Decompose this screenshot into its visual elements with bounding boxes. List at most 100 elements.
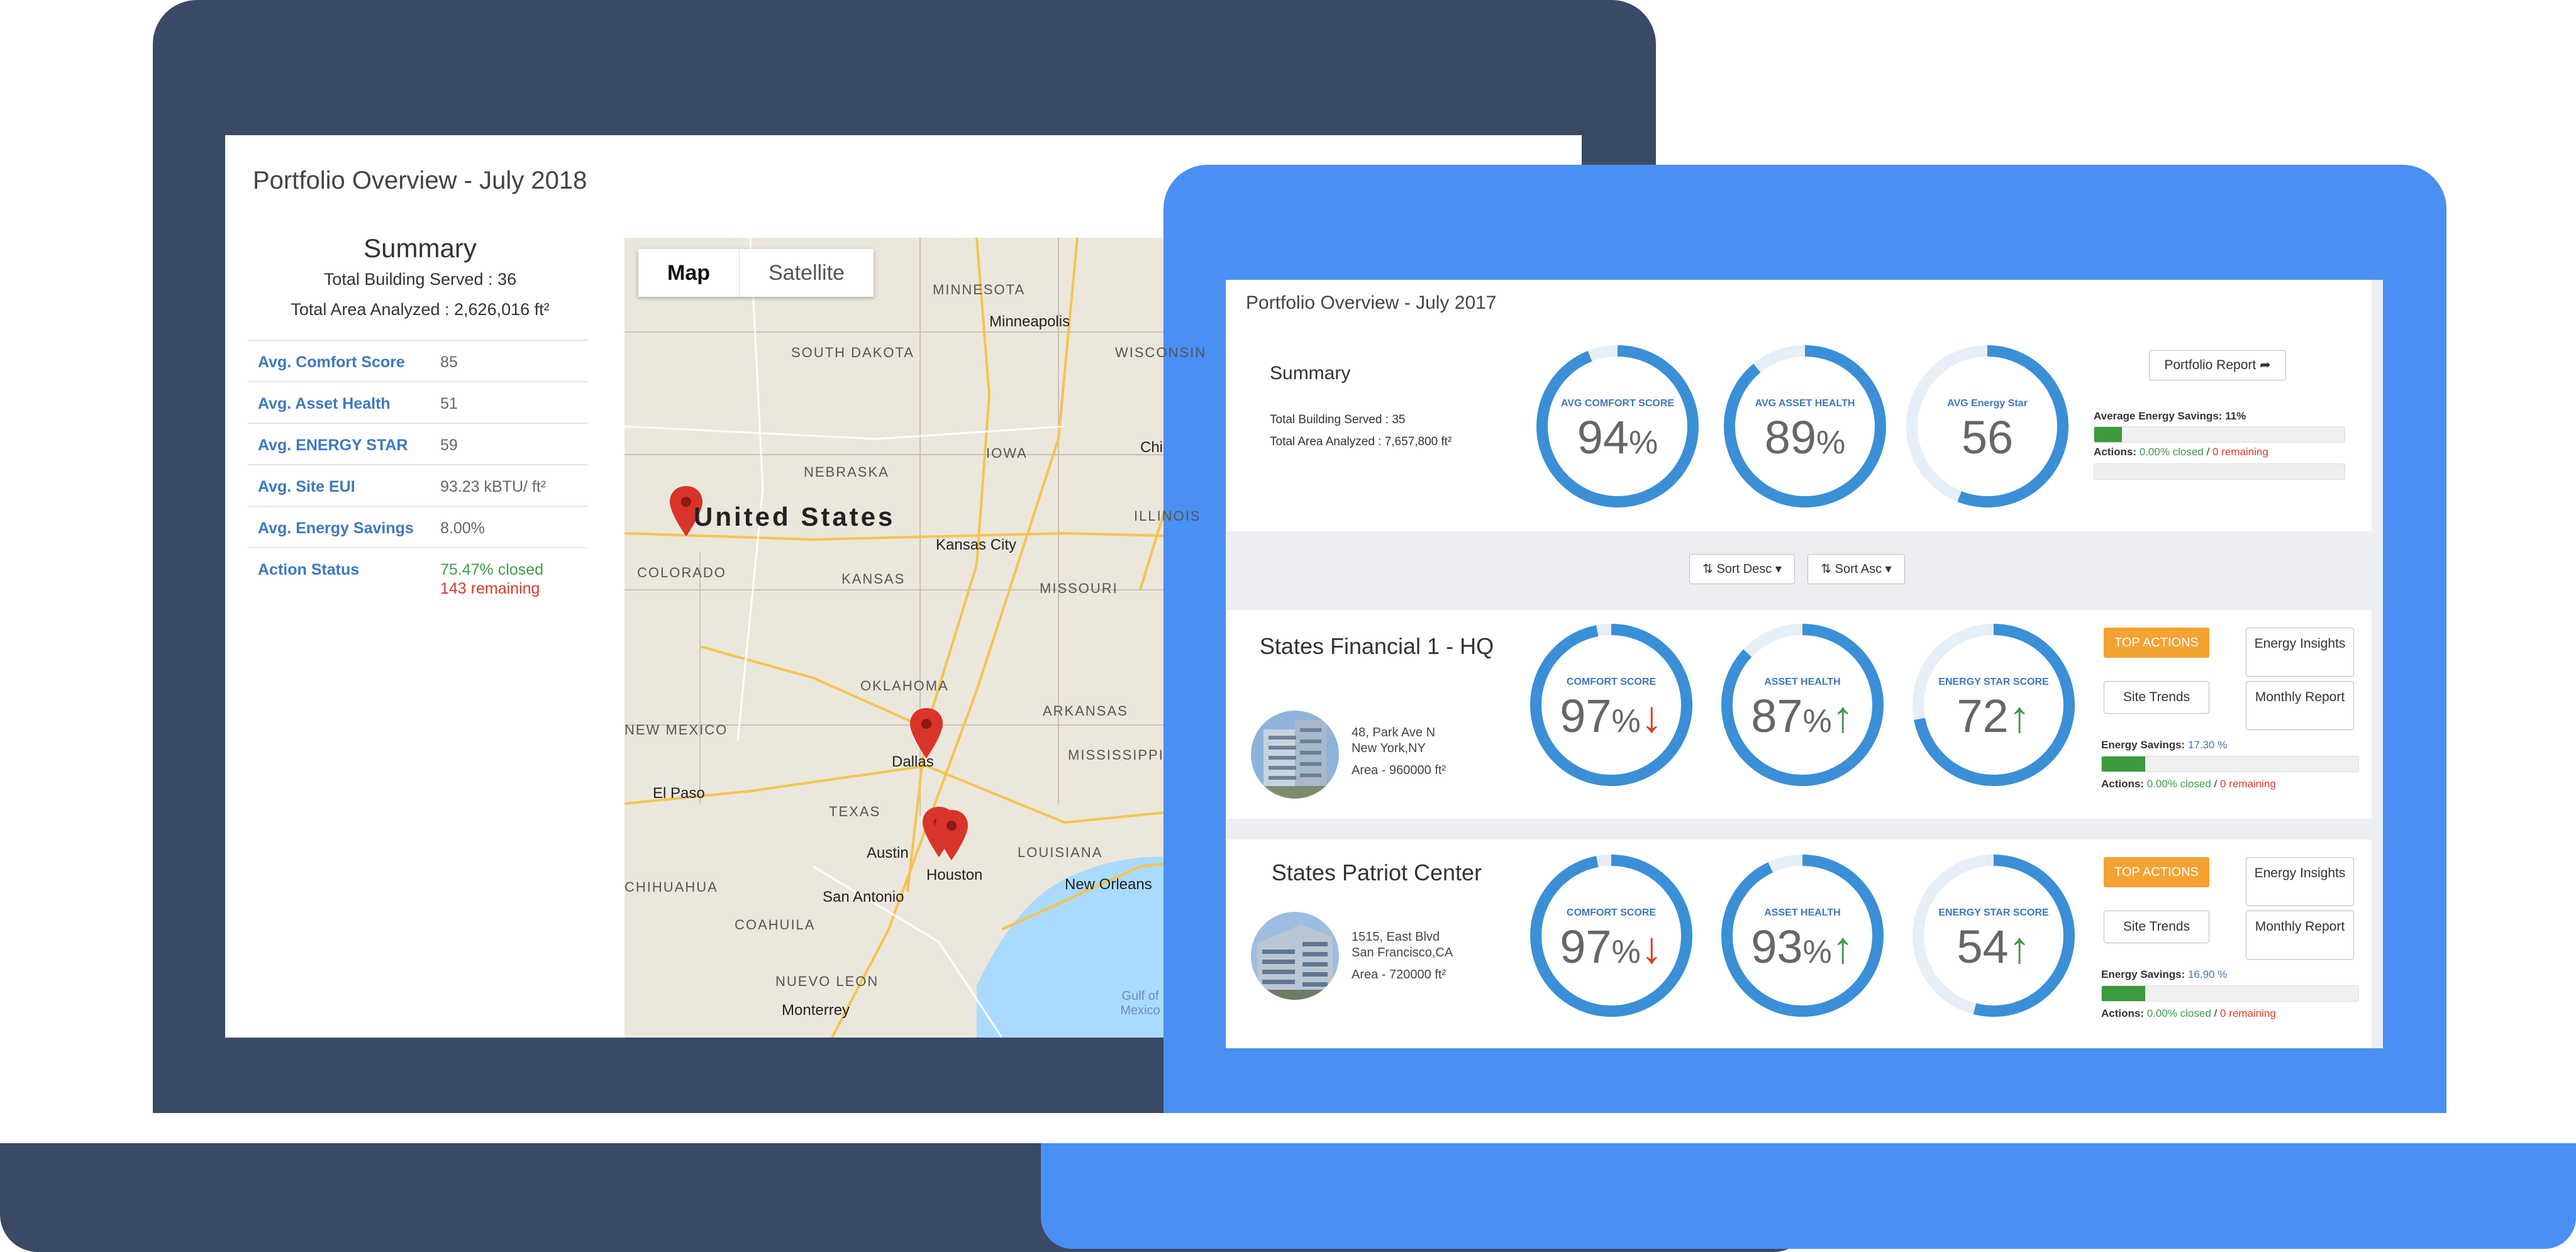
gauge-unit: % [1816, 424, 1846, 461]
map-marker-icon[interactable] [933, 807, 970, 863]
summary-title: Summary [1270, 363, 1351, 384]
savings-bar [2101, 985, 2359, 1002]
summary-value: 51 [440, 395, 458, 413]
building-image [1251, 912, 1339, 1000]
city-label: New Orleans [1065, 876, 1152, 893]
gauge-unit: % [1802, 934, 1832, 970]
savings-bar [2094, 426, 2345, 443]
gauge-label: COMFORT SCORE [1566, 677, 1657, 687]
actions-status: Actions: 0.00% closed / 0 remaining [2101, 1007, 2276, 1020]
summary-row: Avg. Energy Savings 8.00% [248, 506, 587, 547]
state-label: MISSOURI [1040, 580, 1118, 596]
state-label: MISSISSIPPI [1068, 747, 1164, 763]
sort-asc-label: Sort Asc [1835, 562, 1882, 576]
summary-area: Total Area Analyzed : 2,626,016 ft² [291, 300, 550, 319]
summary-key[interactable]: Avg. Site EUI [258, 478, 355, 496]
summary-row: Avg. Asset Health 51 [248, 381, 587, 423]
state-label: SOUTH DAKOTA [791, 345, 914, 360]
gauge-value: 94 [1577, 411, 1629, 463]
gauge-value-wrap: 97%↓ [1529, 689, 1694, 743]
state-label: TEXAS [829, 804, 881, 819]
savings-bar-fill [2102, 986, 2146, 1001]
trend-up-arrow-icon: ↑ [1831, 923, 1854, 972]
gauge-value-wrap: 54↑ [1911, 920, 2076, 973]
summary-value: 85 [440, 353, 458, 371]
gauge-unit: % [1802, 703, 1832, 740]
top-actions-button[interactable]: TOP ACTIONS [2104, 857, 2209, 887]
state-label: NEW MEXICO [625, 722, 728, 738]
map-type-toggle: Map Satellite [638, 249, 874, 297]
summary-row: Avg. Comfort Score 85 [248, 340, 587, 381]
energy-savings-value: 16.90 % [2187, 968, 2228, 980]
gauge-label: AVG Energy Star [1947, 398, 2028, 409]
summary-key[interactable]: Avg. ENERGY STAR [258, 436, 408, 455]
building-name[interactable]: States Financial 1 - HQ [1251, 632, 1502, 661]
gauge-value-wrap: 87%↑ [1720, 689, 1885, 743]
sort-desc-label: Sort Desc [1716, 562, 1772, 576]
gauge-value: 72 [1957, 690, 2009, 742]
top-actions-button[interactable]: TOP ACTIONS [2104, 628, 2209, 658]
summary-key[interactable]: Action Status [258, 561, 359, 579]
gauge-comfort-score: COMFORT SCORE 97%↓ [1529, 853, 1694, 1018]
blue-laptop-base [1041, 1143, 2576, 1249]
actions-status: Actions: 0.00% closed / 0 remaining [2101, 778, 2276, 790]
actions-remaining: 0 remaining [2219, 1007, 2276, 1019]
caret-down-icon: ▾ [1885, 562, 1892, 576]
energy-insights-button[interactable]: Energy Insights [2246, 857, 2354, 906]
summary-row-action-status: Action Status 75.47% closed 143 remainin… [248, 547, 587, 605]
actions-bar [2094, 463, 2345, 480]
gauge-asset-health: ASSET HEALTH 87%↑ [1720, 623, 1885, 787]
energy-savings: Energy Savings: 17.30 % [2101, 739, 2227, 751]
actions-closed: 0.00% closed [2146, 778, 2211, 790]
building-name[interactable]: States Patriot Center [1251, 858, 1502, 887]
gauge-value-wrap: 89% [1723, 411, 1887, 464]
gauge-avg-energy-star: AVG Energy Star 56 [1905, 344, 2070, 509]
state-label: LOUISIANA [1018, 845, 1103, 860]
satellite-button[interactable]: Satellite [740, 249, 874, 297]
sort-icon: ⇅ [1702, 562, 1713, 576]
gauge-label: ASSET HEALTH [1764, 907, 1841, 918]
building-card[interactable]: States Patriot Center 1515, East Blvd Sa… [1226, 839, 2372, 1048]
gauge-value-wrap: 97%↓ [1529, 920, 1694, 973]
gauge-label: ASSET HEALTH [1764, 677, 1841, 687]
sort-desc-button[interactable]: ⇅ Sort Desc ▾ [1689, 554, 1795, 584]
actions-separator: / [2211, 778, 2220, 790]
energy-insights-button[interactable]: Energy Insights [2246, 628, 2354, 677]
gauge-value-wrap: 94% [1535, 411, 1700, 464]
savings-bar [2101, 756, 2359, 772]
gauge-energy-star-score: ENERGY STAR SCORE 54↑ [1911, 853, 2076, 1018]
country-label: United States [694, 502, 896, 531]
site-trends-button[interactable]: Site Trends [2104, 681, 2209, 714]
map-button[interactable]: Map [638, 249, 740, 297]
state-label: ARKANSAS [1043, 703, 1128, 719]
city-label: Minneapolis [989, 313, 1070, 330]
gauge-value: 97 [1560, 690, 1612, 742]
sort-icon: ⇅ [1821, 562, 1832, 576]
summary-key[interactable]: Avg. Energy Savings [258, 519, 414, 538]
building-area: Area - 960000 ft² [1352, 763, 1446, 777]
building-card[interactable]: States Financial 1 - HQ 48, Park Ave N N… [1226, 610, 2372, 819]
sort-asc-button[interactable]: ⇅ Sort Asc ▾ [1807, 554, 1905, 584]
state-label: KANSAS [841, 571, 906, 587]
portfolio-report-button[interactable]: Portfolio Report ➦ [2149, 350, 2286, 380]
summary-key[interactable]: Avg. Asset Health [258, 395, 391, 413]
gauge-asset-health: ASSET HEALTH 93%↑ [1720, 853, 1885, 1018]
city-label: Dallas [892, 753, 934, 770]
savings-bar-fill [2102, 756, 2146, 772]
site-trends-button[interactable]: Site Trends [2104, 911, 2209, 943]
city-label: El Paso [653, 785, 705, 802]
state-label: ILLINOIS [1134, 508, 1201, 524]
summary-area: Total Area Analyzed : 7,657,800 ft² [1270, 435, 1452, 448]
summary-key[interactable]: Avg. Comfort Score [258, 353, 405, 372]
state-label: COAHUILA [735, 917, 816, 933]
actions-remaining: 0 remaining [2212, 446, 2268, 458]
gauge-value-wrap: 72↑ [1911, 689, 2076, 743]
gauge-value: 97 [1560, 921, 1612, 973]
gauge-avg-comfort: AVG COMFORT SCORE 94% [1535, 344, 1700, 509]
state-label: MINNESOTA [933, 282, 1026, 297]
monthly-report-button[interactable]: Monthly Report [2246, 681, 2354, 730]
monthly-report-button[interactable]: Monthly Report [2246, 911, 2354, 960]
trend-up-arrow-icon: ↑ [2008, 692, 2031, 741]
building-address-line1: 1515, East Blvd [1352, 930, 1440, 944]
city-label: Kansas City [936, 536, 1017, 553]
